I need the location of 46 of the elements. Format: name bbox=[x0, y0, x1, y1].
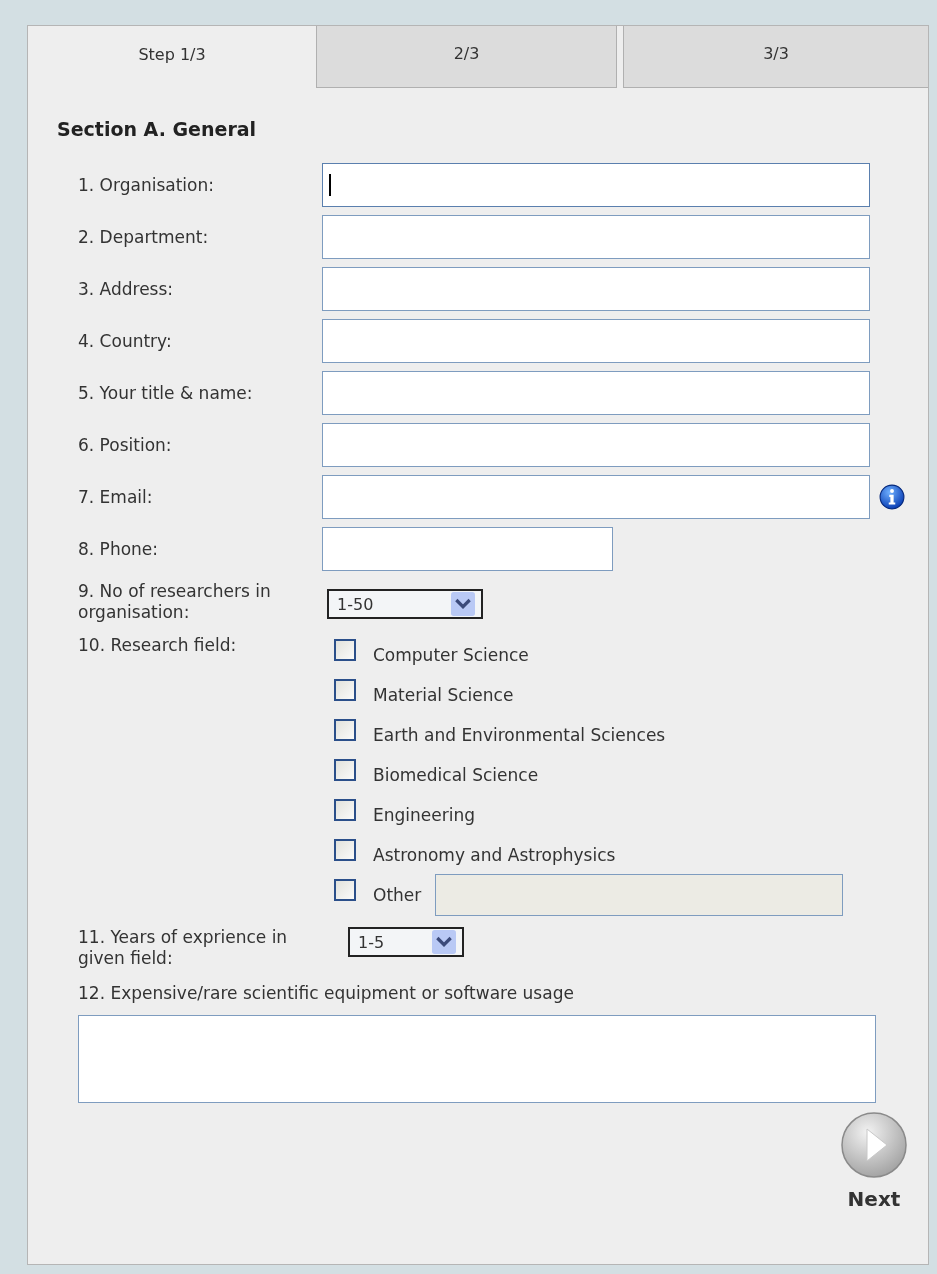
option-label: Material Science bbox=[373, 685, 514, 705]
chevron-icon bbox=[449, 592, 477, 616]
play-icon bbox=[840, 1111, 908, 1179]
text-area[interactable] bbox=[78, 1015, 876, 1103]
section-title: Section A. General bbox=[57, 118, 258, 142]
field-label: 11. Years of exprience in given field: bbox=[78, 927, 289, 969]
input-field[interactable] bbox=[322, 371, 870, 415]
input-field[interactable] bbox=[322, 319, 870, 363]
field-label: 9. No of researchers in organisation: bbox=[78, 581, 272, 623]
checkbox[interactable] bbox=[334, 639, 356, 661]
field-label: 1. Organisation: bbox=[78, 174, 215, 196]
field-label: 6. Position: bbox=[78, 434, 173, 456]
field-label: 7. Email: bbox=[78, 486, 154, 508]
option-label: Computer Science bbox=[373, 645, 529, 665]
checkbox[interactable] bbox=[334, 839, 356, 861]
option-label: Other bbox=[373, 885, 422, 905]
input-field[interactable] bbox=[322, 215, 870, 259]
field-label: 10. Research field: bbox=[78, 635, 238, 657]
field-label: 12. Expensive/rare scientific equipment or software usage bbox=[78, 983, 575, 1003]
checkbox[interactable] bbox=[334, 759, 356, 781]
input-field[interactable] bbox=[322, 475, 870, 519]
info-icon[interactable] bbox=[879, 484, 905, 510]
dropdown[interactable]: 1-50 bbox=[327, 589, 483, 619]
field-label: 5. Your title & name: bbox=[78, 382, 254, 404]
input-field[interactable] bbox=[322, 163, 870, 207]
option-label: Biomedical Science bbox=[373, 765, 539, 785]
next-button[interactable]: Next bbox=[840, 1111, 908, 1211]
dropdown[interactable]: 1-5 bbox=[348, 927, 464, 957]
field-label: 8. Phone: bbox=[78, 538, 159, 560]
input-field[interactable] bbox=[322, 423, 870, 467]
checkbox[interactable] bbox=[334, 719, 356, 741]
option-label: Earth and Environmental Sciences bbox=[373, 725, 666, 745]
input-field[interactable] bbox=[322, 527, 613, 571]
step-tab[interactable]: 3/3 bbox=[623, 26, 928, 88]
checkbox[interactable] bbox=[334, 879, 356, 901]
input-field[interactable] bbox=[322, 267, 870, 311]
option-label: Engineering bbox=[373, 805, 475, 825]
field-label: 2. Department: bbox=[78, 226, 210, 248]
checkbox[interactable] bbox=[334, 799, 356, 821]
field-label: 4. Country: bbox=[78, 330, 173, 352]
option-label: Astronomy and Astrophysics bbox=[373, 845, 616, 865]
chevron-icon bbox=[430, 930, 458, 954]
field-label: 3. Address: bbox=[78, 278, 175, 300]
input-field[interactable] bbox=[435, 874, 844, 916]
checkbox[interactable] bbox=[334, 679, 356, 701]
step-tab[interactable]: 2/3 bbox=[316, 26, 618, 88]
